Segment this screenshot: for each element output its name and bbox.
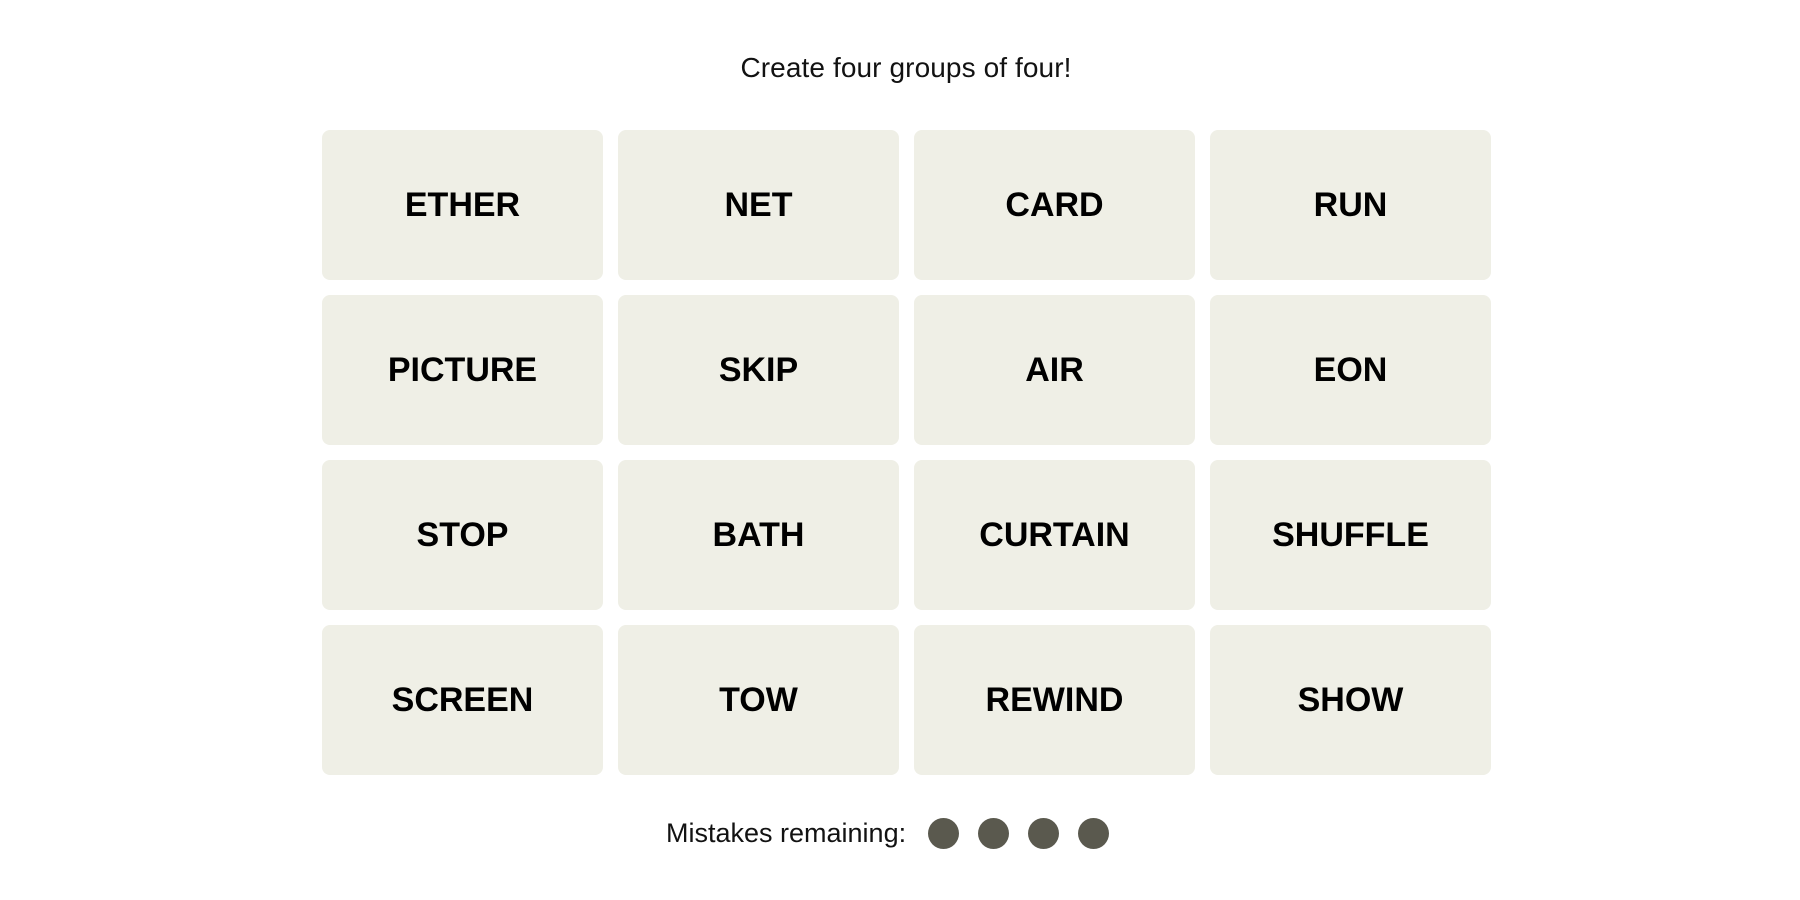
mistake-dot-icon [978, 817, 1010, 849]
word-tile[interactable]: SKIP [618, 295, 899, 445]
word-tile[interactable]: REWIND [914, 625, 1195, 775]
word-grid: ETHER NET CARD RUN PICTURE SKIP AIR EON … [322, 130, 1491, 775]
word-tile[interactable]: TOW [618, 625, 899, 775]
word-tile[interactable]: SCREEN [322, 625, 603, 775]
mistake-dot-icon [1028, 817, 1060, 849]
word-tile[interactable]: ETHER [322, 130, 603, 280]
word-tile[interactable]: SHOW [1210, 625, 1491, 775]
word-tile[interactable]: STOP [322, 460, 603, 610]
word-tile[interactable]: RUN [1210, 130, 1491, 280]
word-tile[interactable]: PICTURE [322, 295, 603, 445]
mistake-dot-icon [1078, 817, 1110, 849]
mistakes-remaining: Mistakes remaining: [666, 816, 1110, 850]
mistakes-label: Mistakes remaining: [666, 817, 907, 848]
word-tile[interactable]: EON [1210, 295, 1491, 445]
mistake-dots [928, 817, 1110, 849]
word-tile[interactable]: CARD [914, 130, 1195, 280]
mistake-dot-icon [928, 817, 960, 849]
word-tile[interactable]: NET [618, 130, 899, 280]
word-tile[interactable]: CURTAIN [914, 460, 1195, 610]
instructions-text: Create four groups of four! [740, 52, 1072, 83]
word-tile[interactable]: SHUFFLE [1210, 460, 1491, 610]
word-tile[interactable]: BATH [618, 460, 899, 610]
word-tile[interactable]: AIR [914, 295, 1195, 445]
